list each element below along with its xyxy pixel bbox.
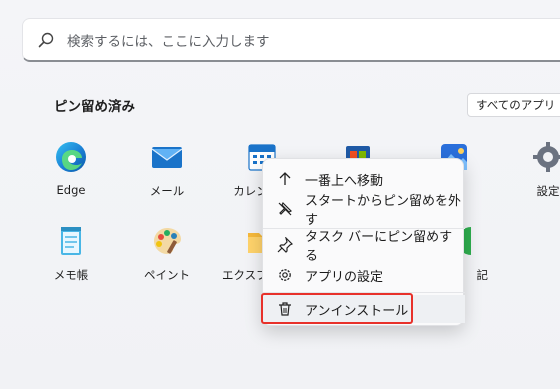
notepad-icon <box>54 224 88 258</box>
menu-item-label: スタートからピン留めを外す <box>305 194 462 228</box>
search-icon <box>38 32 54 47</box>
menu-item-label: 一番上へ移動 <box>305 173 384 189</box>
arrow-up-icon <box>279 172 291 185</box>
settings-icon <box>531 140 560 174</box>
pin-icon <box>277 237 293 253</box>
app-label: Edge <box>56 183 86 197</box>
pinned-app-settings[interactable]: 設定 <box>508 140 560 199</box>
menu-item-label: アプリの設定 <box>305 269 384 285</box>
menu-item-app-settings[interactable]: アプリの設定 <box>263 261 465 289</box>
app-label: ペイント <box>144 268 190 282</box>
all-apps-label: すべてのアプリ <box>476 98 556 112</box>
pinned-app-notepad[interactable]: メモ帳 <box>31 224 111 283</box>
edge-icon <box>54 140 88 174</box>
app-label: メモ帳 <box>53 268 89 282</box>
start-menu-panel: 検索するには、ここに入力します ピン留め済み すべてのアプリ › Edge <box>0 0 560 389</box>
app-label: 設定 <box>536 184 560 198</box>
gear-icon <box>279 269 291 281</box>
menu-item-label: タスク バーにピン留めする <box>305 230 453 264</box>
pinned-section-title: ピン留め済み <box>54 99 135 115</box>
app-label: メール <box>149 184 185 198</box>
pinned-app-mail[interactable]: メール <box>127 140 207 199</box>
uninstall-highlight-box <box>261 293 413 324</box>
unpin-icon <box>278 201 293 216</box>
pinned-app-edge[interactable]: Edge <box>31 140 111 197</box>
all-apps-button[interactable]: すべてのアプリ › <box>467 93 560 117</box>
menu-item-pin-to-taskbar[interactable]: タスク バーにピン留めする <box>263 230 465 264</box>
menu-item-unpin-from-start[interactable]: スタートからピン留めを外す <box>263 194 465 228</box>
search-box[interactable]: 検索するには、ここに入力します <box>22 18 560 62</box>
search-placeholder: 検索するには、ここに入力します <box>67 33 270 50</box>
menu-item-move-to-top[interactable]: 一番上へ移動 <box>263 165 465 193</box>
mail-icon <box>150 140 184 174</box>
pinned-app-paint[interactable]: ペイント <box>127 224 207 283</box>
paint-icon <box>150 224 184 258</box>
